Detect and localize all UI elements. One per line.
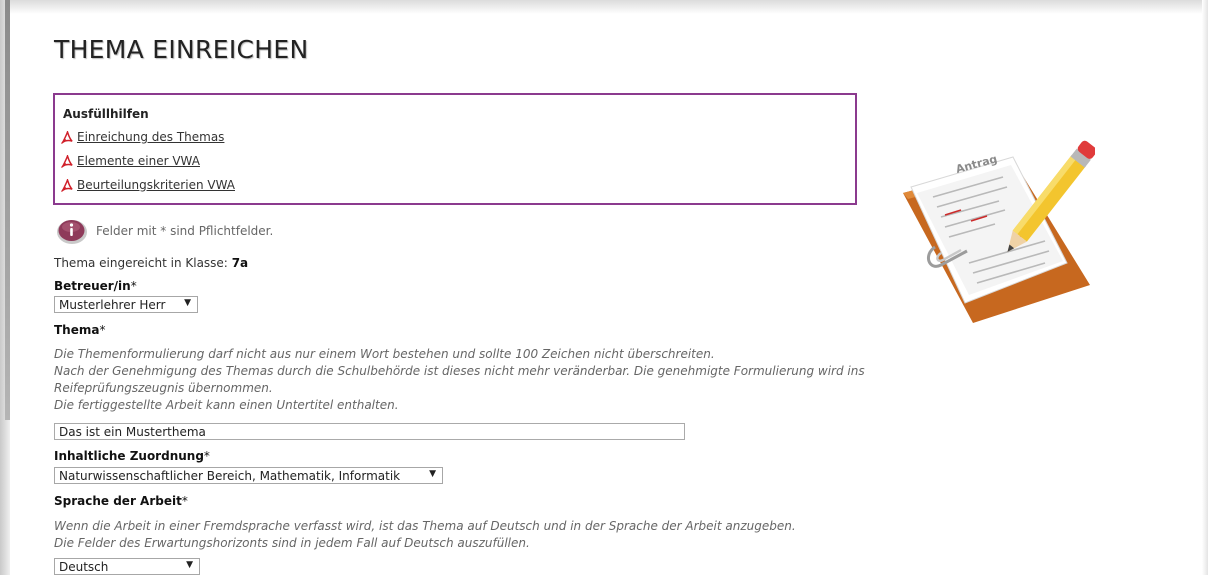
thema-label: Thema*	[54, 323, 105, 337]
help-box: Ausfüllhilfen Einreichung des Themas Ele…	[53, 93, 857, 205]
sprache-hint: Wenn die Arbeit in einer Fremdsprache ve…	[54, 518, 834, 552]
help-link-einreichung-text[interactable]: Einreichung des Themas	[77, 130, 224, 144]
right-frame-bar	[1202, 0, 1208, 575]
klasse-line: Thema eingereicht in Klasse: 7a	[54, 256, 248, 270]
betreuer-select[interactable]: Musterlehrer Herr ▼	[54, 296, 198, 313]
pdf-icon	[61, 130, 73, 144]
betreuer-select-value: Musterlehrer Herr	[59, 298, 166, 312]
help-link-beurteilung-text[interactable]: Beurteilungskriterien VWA	[77, 178, 235, 192]
zuordnung-select-value: Naturwissenschaftlicher Bereich, Mathema…	[59, 469, 401, 483]
zuordnung-select[interactable]: Naturwissenschaftlicher Bereich, Mathema…	[54, 467, 443, 484]
required-info-text: Felder mit * sind Pflichtfelder.	[96, 224, 274, 238]
dropdown-arrow-icon: ▼	[184, 298, 191, 308]
document-pencil-illustration: Antrag	[903, 140, 1095, 323]
required-mark: *	[99, 323, 106, 337]
pdf-icon	[61, 154, 73, 168]
help-link-elemente-text[interactable]: Elemente einer VWA	[77, 154, 200, 168]
sprache-select[interactable]: Deutsch ▼	[54, 558, 200, 575]
help-link-einreichung[interactable]: Einreichung des Themas	[61, 130, 224, 144]
pdf-icon	[61, 178, 73, 192]
betreuer-label: Betreuer/in*	[54, 279, 137, 293]
thema-hint-line: Reifeprüfungszeugnis übernommen.	[54, 381, 273, 395]
sprache-label-text: Sprache der Arbeit	[54, 494, 182, 508]
sprache-label: Sprache der Arbeit*	[54, 494, 188, 508]
betreuer-label-text: Betreuer/in	[54, 279, 131, 293]
required-mark: *	[130, 279, 137, 293]
sprache-hint-line: Wenn die Arbeit in einer Fremdsprache ve…	[54, 519, 796, 533]
thema-input[interactable]	[54, 423, 685, 440]
top-shadow	[0, 0, 1208, 14]
sprache-hint-line: Die Felder des Erwartungshorizonts sind …	[54, 536, 530, 550]
dropdown-arrow-icon: ▼	[186, 560, 193, 570]
page-title: THEMA EINREICHEN	[54, 35, 309, 64]
zuordnung-label-text: Inhaltliche Zuordnung	[54, 449, 204, 463]
required-info: Felder mit * sind Pflichtfelder.	[56, 217, 273, 245]
left-frame-accent	[5, 0, 10, 420]
help-box-title: Ausfüllhilfen	[63, 107, 149, 121]
help-link-elemente[interactable]: Elemente einer VWA	[61, 154, 200, 168]
zuordnung-label: Inhaltliche Zuordnung*	[54, 449, 210, 463]
dropdown-arrow-icon: ▼	[429, 469, 436, 479]
thema-hint-line: Nach der Genehmigung des Themas durch di…	[54, 364, 865, 378]
thema-hint-line: Die Themenformulierung darf nicht aus nu…	[54, 347, 715, 361]
thema-label-text: Thema	[54, 323, 100, 337]
klasse-label: Thema eingereicht in Klasse:	[54, 256, 228, 270]
info-icon	[57, 220, 87, 244]
klasse-value: 7a	[231, 256, 249, 270]
help-link-beurteilung[interactable]: Beurteilungskriterien VWA	[61, 178, 235, 192]
required-mark: *	[181, 494, 188, 508]
thema-hint-line: Die fertiggestellte Arbeit kann einen Un…	[54, 398, 399, 412]
sprache-select-value: Deutsch	[59, 560, 109, 574]
thema-hint: Die Themenformulierung darf nicht aus nu…	[54, 346, 865, 414]
required-mark: *	[203, 449, 210, 463]
